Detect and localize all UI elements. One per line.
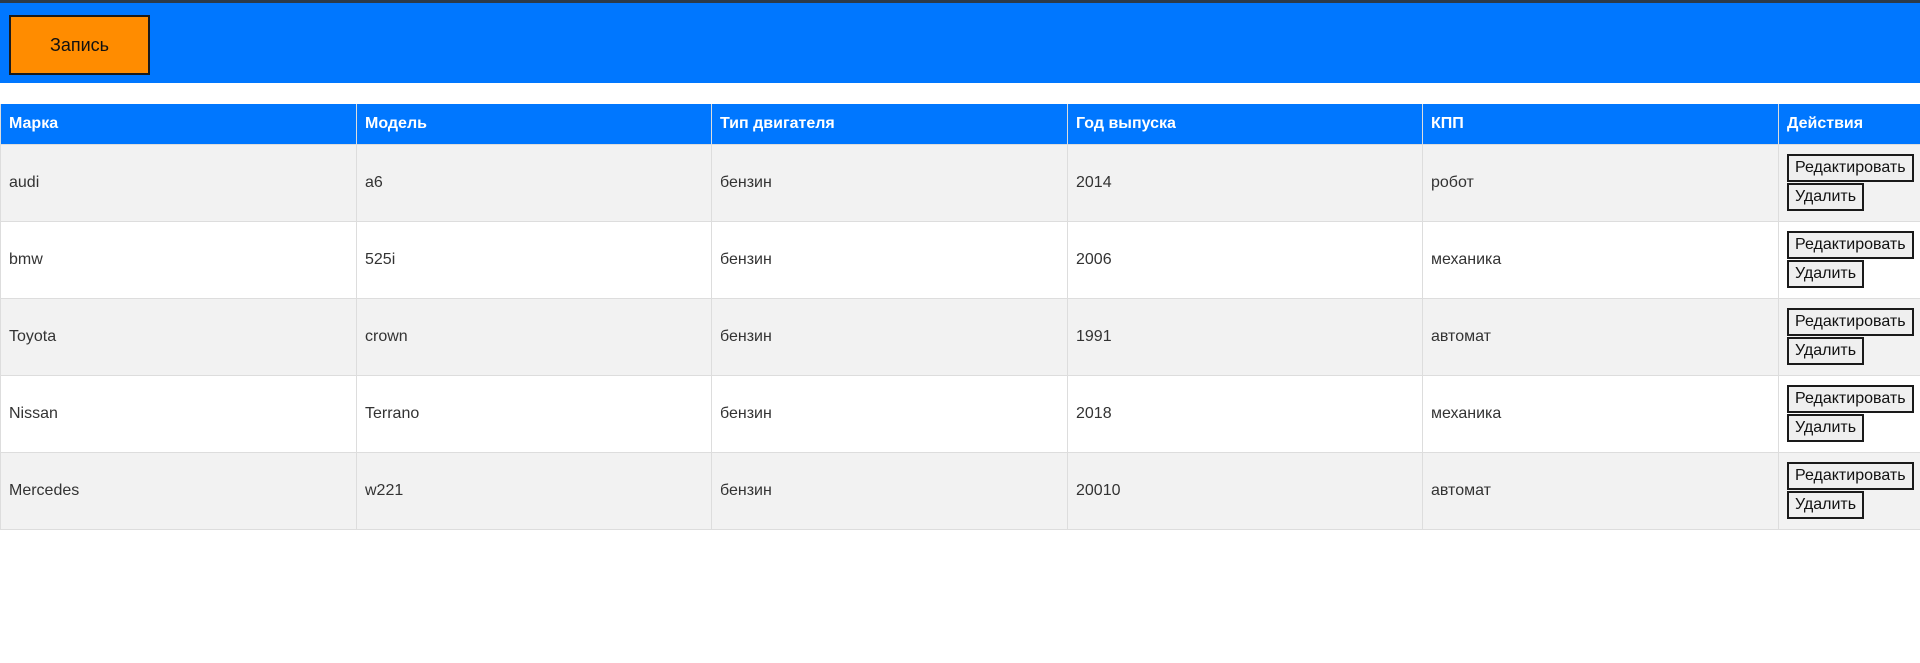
cell-engine: бензин: [711, 452, 1068, 530]
cell-actions: Редактировать Удалить: [1778, 375, 1920, 453]
cell-actions: Редактировать Удалить: [1778, 221, 1920, 299]
cell-engine: бензин: [711, 221, 1068, 299]
cell-brand: bmw: [0, 221, 357, 299]
cell-engine: бензин: [711, 144, 1068, 222]
cell-gearbox: автомат: [1422, 298, 1779, 376]
table-row: Mercedes w221 бензин 20010 автомат Редак…: [0, 452, 1920, 530]
table-header-row: Марка Модель Тип двигателя Год выпуска К…: [0, 104, 1920, 145]
edit-button[interactable]: Редактировать: [1787, 154, 1914, 182]
delete-button[interactable]: Удалить: [1787, 414, 1865, 442]
cell-gearbox: робот: [1422, 144, 1779, 222]
cell-model: w221: [356, 452, 712, 530]
header-bar: Запись: [0, 3, 1920, 83]
cell-year: 2006: [1067, 221, 1423, 299]
cell-year: 2014: [1067, 144, 1423, 222]
record-button[interactable]: Запись: [9, 15, 150, 75]
column-header-model: Модель: [356, 104, 712, 145]
column-header-gearbox: КПП: [1422, 104, 1779, 145]
column-header-actions: Действия: [1778, 104, 1920, 145]
table-row: bmw 525i бензин 2006 механика Редактиров…: [0, 221, 1920, 299]
edit-button[interactable]: Редактировать: [1787, 385, 1914, 413]
cell-brand: Nissan: [0, 375, 357, 453]
column-header-brand: Марка: [0, 104, 357, 145]
cell-gearbox: механика: [1422, 221, 1779, 299]
cell-model: Terrano: [356, 375, 712, 453]
edit-button[interactable]: Редактировать: [1787, 231, 1914, 259]
cell-model: 525i: [356, 221, 712, 299]
cell-engine: бензин: [711, 375, 1068, 453]
cell-year: 20010: [1067, 452, 1423, 530]
cell-brand: Mercedes: [0, 452, 357, 530]
table-row: Toyota crown бензин 1991 автомат Редакти…: [0, 298, 1920, 376]
edit-button[interactable]: Редактировать: [1787, 308, 1914, 336]
cell-brand: audi: [0, 144, 357, 222]
cell-model: a6: [356, 144, 712, 222]
table-row: audi a6 бензин 2014 робот Редактировать …: [0, 144, 1920, 222]
delete-button[interactable]: Удалить: [1787, 260, 1865, 288]
delete-button[interactable]: Удалить: [1787, 183, 1865, 211]
table-row: Nissan Terrano бензин 2018 механика Реда…: [0, 375, 1920, 453]
cars-table: Марка Модель Тип двигателя Год выпуска К…: [0, 104, 1920, 530]
delete-button[interactable]: Удалить: [1787, 337, 1865, 365]
column-header-year: Год выпуска: [1067, 104, 1423, 145]
cell-gearbox: механика: [1422, 375, 1779, 453]
cell-actions: Редактировать Удалить: [1778, 144, 1920, 222]
cell-actions: Редактировать Удалить: [1778, 298, 1920, 376]
delete-button[interactable]: Удалить: [1787, 491, 1865, 519]
cell-brand: Toyota: [0, 298, 357, 376]
column-header-engine: Тип двигателя: [711, 104, 1068, 145]
cell-actions: Редактировать Удалить: [1778, 452, 1920, 530]
cell-model: crown: [356, 298, 712, 376]
cell-engine: бензин: [711, 298, 1068, 376]
cell-year: 1991: [1067, 298, 1423, 376]
cell-year: 2018: [1067, 375, 1423, 453]
edit-button[interactable]: Редактировать: [1787, 462, 1914, 490]
cell-gearbox: автомат: [1422, 452, 1779, 530]
